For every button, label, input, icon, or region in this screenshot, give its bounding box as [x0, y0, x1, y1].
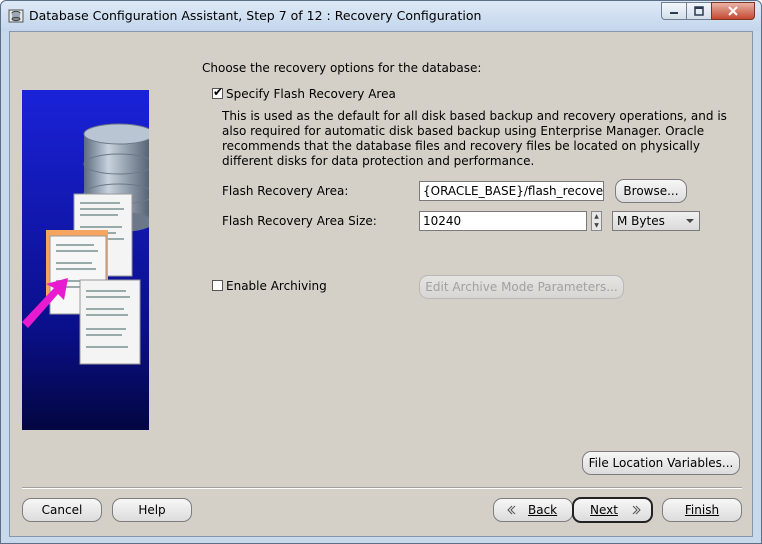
maximize-button[interactable] — [686, 2, 712, 20]
chevron-right-icon — [632, 505, 641, 515]
finish-button[interactable]: Finish — [662, 498, 742, 522]
flash-recovery-checkbox[interactable]: ✔ — [212, 85, 224, 99]
window-controls — [661, 2, 755, 20]
size-unit-select[interactable]: M Bytes — [612, 211, 700, 231]
next-button-label: Next — [590, 503, 618, 517]
minimize-button[interactable] — [661, 2, 687, 20]
spinner-down-icon[interactable]: ▼ — [592, 221, 601, 230]
database-illustration — [22, 90, 149, 430]
enable-archiving-checkbox[interactable] — [212, 280, 223, 291]
edit-archive-params-button[interactable]: Edit Archive Mode Parameters... — [419, 275, 624, 299]
flash-recovery-description: This is used as the default for all disk… — [222, 109, 727, 168]
back-button-label: Back — [528, 503, 558, 517]
oracle-app-icon — [8, 9, 24, 23]
dialog-content: Choose the recovery options for the data… — [9, 31, 753, 537]
dropdown-arrow-icon — [686, 219, 694, 223]
flash-recovery-area-label: Flash Recovery Area: — [222, 184, 349, 198]
flash-recovery-area-input[interactable]: {ORACLE_BASE}/flash_recovery_ — [419, 181, 604, 201]
flash-recovery-size-label: Flash Recovery Area Size: — [222, 214, 377, 228]
window-title: Database Configuration Assistant, Step 7… — [29, 8, 482, 23]
next-button[interactable]: Next — [572, 497, 653, 523]
flash-recovery-size-input[interactable]: 10240 — [419, 211, 587, 231]
browse-button[interactable]: Browse... — [615, 179, 687, 203]
dbca-window: Database Configuration Assistant, Step 7… — [0, 0, 762, 544]
size-spinner[interactable]: ▲ ▼ — [591, 211, 602, 231]
close-icon — [728, 6, 738, 16]
help-button[interactable]: Help — [112, 498, 192, 522]
cancel-button[interactable]: Cancel — [22, 498, 102, 522]
footer-separator — [22, 487, 742, 489]
minimize-icon — [670, 12, 678, 14]
spinner-up-icon[interactable]: ▲ — [592, 212, 601, 221]
size-unit-value: M Bytes — [617, 214, 665, 228]
enable-archiving-label: Enable Archiving — [226, 279, 327, 293]
flash-recovery-checkbox-label: Specify Flash Recovery Area — [226, 87, 396, 101]
chevron-left-icon — [507, 505, 516, 515]
finish-button-label: Finish — [684, 503, 720, 517]
recovery-heading: Choose the recovery options for the data… — [202, 61, 482, 75]
maximize-icon — [694, 6, 704, 16]
file-location-variables-button[interactable]: File Location Variables... — [582, 451, 740, 475]
back-button[interactable]: Back — [493, 498, 573, 522]
title-bar[interactable]: Database Configuration Assistant, Step 7… — [1, 1, 761, 31]
checkmark-icon: ✔ — [213, 85, 224, 99]
close-button[interactable] — [711, 2, 755, 20]
